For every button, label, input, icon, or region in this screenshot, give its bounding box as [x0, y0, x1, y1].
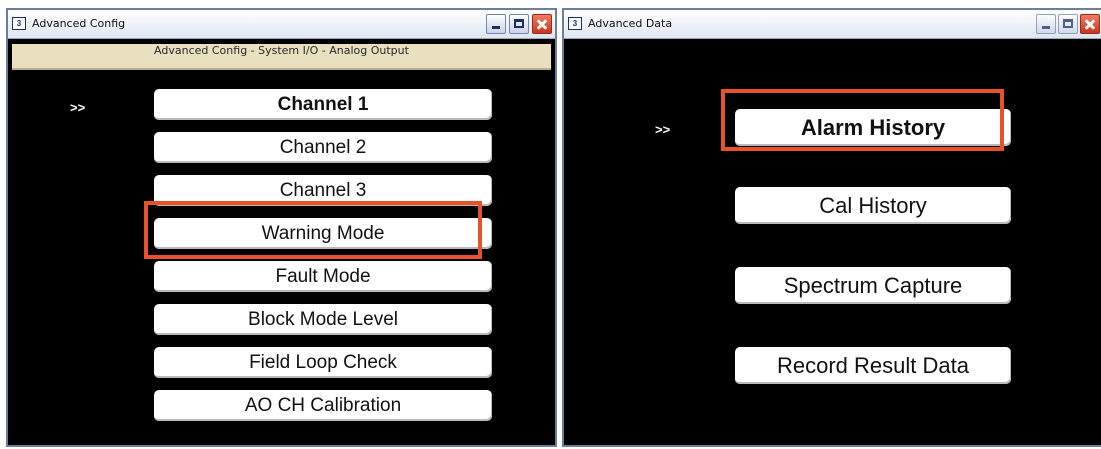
- app-window-icon: 3: [12, 17, 26, 30]
- menu-item-spectrum-capture[interactable]: Spectrum Capture: [735, 267, 1011, 304]
- advanced-config-window: 3 Advanced Config Advanced Config - Syst…: [6, 8, 557, 447]
- maximize-button[interactable]: [509, 14, 529, 34]
- menu-item-channel-1[interactable]: Channel 1: [154, 89, 492, 120]
- menu-item-alarm-history[interactable]: Alarm History: [735, 109, 1011, 146]
- app-window-icon: 3: [568, 17, 582, 30]
- selection-pointer: >>: [70, 100, 86, 115]
- menu-item-block-mode-level[interactable]: Block Mode Level: [154, 304, 492, 335]
- menu-item-record-result-data[interactable]: Record Result Data: [735, 347, 1011, 384]
- menu-item-ao-ch-calibration[interactable]: AO CH Calibration: [154, 390, 492, 421]
- title-bar[interactable]: 3 Advanced Config: [8, 10, 555, 39]
- window-title: Advanced Data: [588, 17, 673, 30]
- menu-item-warning-mode[interactable]: Warning Mode: [154, 218, 492, 249]
- close-button[interactable]: [1080, 14, 1100, 34]
- minimize-button[interactable]: [1036, 14, 1056, 34]
- minimize-button[interactable]: [486, 14, 506, 34]
- breadcrumb-header: Advanced Config - System I/O - Analog Ou…: [12, 44, 551, 70]
- menu-item-field-loop-check[interactable]: Field Loop Check: [154, 347, 492, 378]
- maximize-button[interactable]: [1058, 14, 1078, 34]
- close-button[interactable]: [532, 14, 552, 34]
- menu-item-channel-3[interactable]: Channel 3: [154, 175, 492, 206]
- selection-pointer: >>: [655, 122, 671, 137]
- advanced-data-window: 3 Advanced Data >> Alarm History Cal His…: [562, 8, 1101, 447]
- menu-item-channel-2[interactable]: Channel 2: [154, 132, 492, 163]
- menu-item-fault-mode[interactable]: Fault Mode: [154, 261, 492, 292]
- menu-item-cal-history[interactable]: Cal History: [735, 187, 1011, 224]
- window-title: Advanced Config: [32, 17, 126, 30]
- title-bar[interactable]: 3 Advanced Data: [564, 10, 1101, 39]
